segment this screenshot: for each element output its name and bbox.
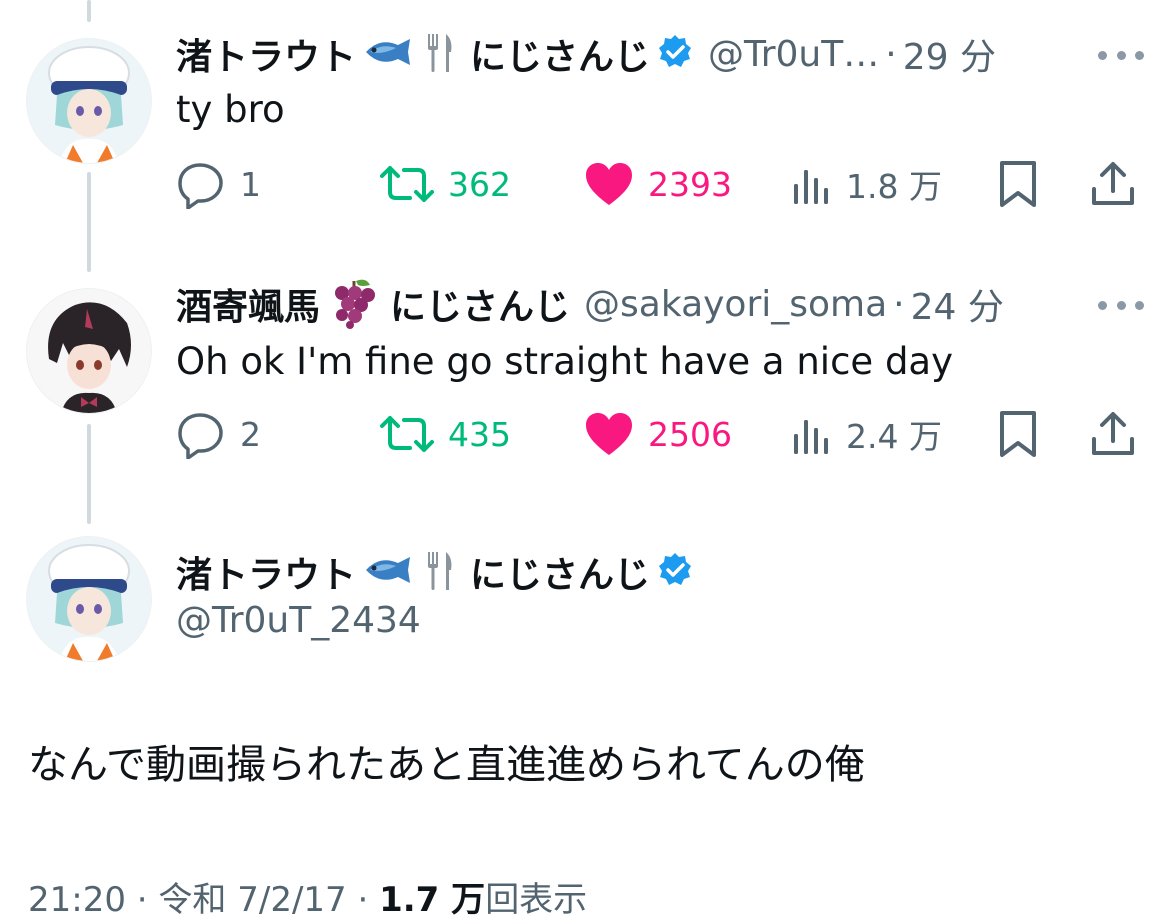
- separator: ·: [136, 880, 148, 920]
- separator: ·: [893, 283, 905, 325]
- retweet-icon: [380, 416, 434, 452]
- author-name[interactable]: 酒寄颯馬: [176, 278, 320, 330]
- timestamp[interactable]: 24 分: [911, 278, 1004, 330]
- bar-chart-icon: [794, 420, 828, 454]
- main-tweet-author: 渚トラウト にじさんじ: [176, 544, 694, 600]
- views-button[interactable]: 1.8 万: [792, 156, 942, 212]
- retweet-button[interactable]: 362: [380, 156, 511, 212]
- heart-icon: [586, 413, 632, 455]
- verified-badge-icon: [656, 33, 694, 75]
- tweet-meta-footer: 21:20 · 令和 7/2/17 · 1.7 万回表示: [28, 872, 587, 921]
- bookmark-icon: [1000, 161, 1036, 207]
- author-handle[interactable]: @sakayori_soma: [584, 284, 887, 325]
- timestamp[interactable]: 29 分: [903, 28, 996, 80]
- tweet-2-actions: 2 435 2506 2.4 万: [176, 406, 1142, 462]
- avatar-trout[interactable]: [26, 38, 152, 164]
- avatar-trout-main[interactable]: [26, 536, 152, 662]
- tweet-text: Oh ok I'm fine go straight have a nice d…: [176, 340, 953, 383]
- author-handle[interactable]: @Tr0uT…: [708, 34, 879, 75]
- fork-knife-icon: [420, 548, 460, 596]
- like-button[interactable]: 2506: [584, 406, 732, 462]
- bar-chart-icon: [794, 170, 828, 204]
- reply-count: 2: [240, 414, 261, 454]
- retweet-count: 435: [448, 414, 511, 454]
- more-options-button[interactable]: [1098, 40, 1144, 70]
- tweet-1-actions: 1 362 2393 1.8 万: [176, 156, 1142, 212]
- fork-knife-icon: [420, 30, 460, 78]
- heart-icon: [586, 163, 632, 205]
- reply-button[interactable]: 1: [176, 156, 261, 212]
- like-button[interactable]: 2393: [584, 156, 732, 212]
- view-count: 2.4 万: [846, 417, 942, 456]
- author-suffix: にじさんじ: [390, 287, 571, 328]
- verified-badge-icon: [656, 551, 694, 593]
- separator: ·: [357, 880, 369, 920]
- thread-line-top: [87, 0, 91, 22]
- bookmark-button[interactable]: [998, 406, 1038, 462]
- main-tweet-text: なんで動画撮られたあと直進進められてんの俺: [28, 742, 865, 788]
- tweet-2-header: 酒寄颯馬 にじさんじ @sakayori_soma · 24 分: [176, 278, 1004, 330]
- avatar-soma[interactable]: [26, 288, 152, 414]
- share-icon: [1092, 162, 1134, 205]
- grapes-icon: [326, 275, 380, 333]
- tweet-1-header: 渚トラウト にじさんじ @Tr0uT… · 29 分: [176, 28, 996, 80]
- retweet-icon: [380, 166, 434, 202]
- view-count: 1.8 万: [846, 167, 942, 206]
- author-name[interactable]: 渚トラウト: [176, 28, 356, 80]
- reply-count: 1: [240, 164, 261, 204]
- author-handle[interactable]: @Tr0uT_2434: [176, 600, 421, 641]
- tweet-date[interactable]: 令和 7/2/17: [158, 880, 346, 920]
- fish-icon: [362, 553, 414, 591]
- thread-line-1: [87, 172, 91, 272]
- share-button[interactable]: [1090, 156, 1136, 212]
- reply-button[interactable]: 2: [176, 406, 261, 462]
- tweet-text: ty bro: [176, 88, 285, 131]
- reply-icon: [178, 413, 223, 459]
- author-suffix: にじさんじ: [470, 555, 651, 596]
- fish-icon: [362, 35, 414, 73]
- author-name[interactable]: 渚トラウト: [176, 546, 356, 598]
- author-suffix: にじさんじ: [470, 37, 651, 78]
- retweet-button[interactable]: 435: [380, 406, 511, 462]
- like-count: 2393: [648, 164, 732, 204]
- more-options-button[interactable]: [1098, 290, 1144, 320]
- reply-icon: [178, 163, 223, 209]
- views-label: 回表示: [485, 880, 588, 920]
- bookmark-icon: [1000, 411, 1036, 457]
- view-count-total: 1.7 万: [379, 880, 486, 920]
- thread-line-2: [87, 424, 91, 524]
- views-button[interactable]: 2.4 万: [792, 406, 942, 462]
- share-icon: [1092, 412, 1134, 455]
- retweet-count: 362: [448, 164, 511, 204]
- like-count: 2506: [648, 414, 732, 454]
- separator: ·: [885, 33, 897, 75]
- bookmark-button[interactable]: [998, 156, 1038, 212]
- tweet-time[interactable]: 21:20: [28, 880, 126, 920]
- share-button[interactable]: [1090, 406, 1136, 462]
